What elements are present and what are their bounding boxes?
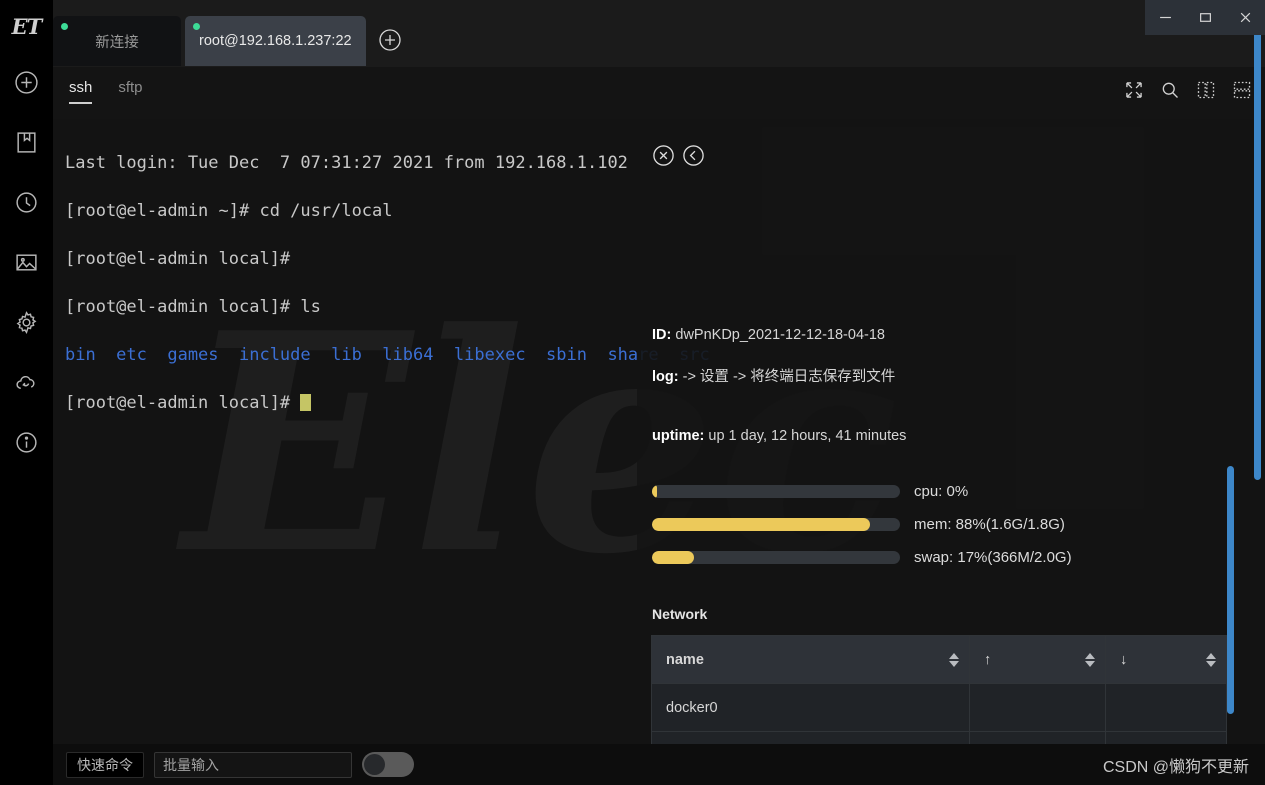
uptime-row: uptime: up 1 day, 12 hours, 41 minutes	[652, 428, 906, 444]
session-id-row: ID: dwPnKDp_2021-12-12-18-04-18	[652, 327, 885, 343]
batch-input-toggle[interactable]	[362, 752, 414, 777]
sort-toggle-download[interactable]	[1206, 652, 1216, 667]
tab-sftp[interactable]: sftp	[118, 79, 142, 104]
electerm-window: ET 新连接 root@192.168.1.237:22 ssh sftp El…	[0, 0, 1265, 785]
panel-collapse-button[interactable]	[682, 144, 705, 167]
csdn-watermark: CSDN @懒狗不更新	[1102, 759, 1249, 776]
quick-command-button[interactable]: 快速命令	[66, 751, 144, 778]
table-row[interactable]: docker0	[651, 683, 1227, 732]
sort-toggle-name[interactable]	[949, 652, 959, 667]
tab-ssh[interactable]: ssh	[69, 79, 93, 104]
search-button[interactable]	[1160, 80, 1180, 100]
column-header-download[interactable]: ↓	[1105, 635, 1227, 684]
sidebar-item-terminal-theme[interactable]	[0, 232, 53, 292]
meter-swap: swap: 17%(366M/2.0G)	[652, 541, 1252, 574]
session-id-value: dwPnKDp_2021-12-12-18-04-18	[675, 327, 885, 343]
tab-status-dot	[193, 23, 200, 30]
tab-ssh-session[interactable]: root@192.168.1.237:22	[185, 16, 366, 66]
mem-progress-bar	[652, 518, 900, 531]
split-vertical-icon	[1196, 80, 1216, 100]
toggle-knob	[364, 754, 385, 775]
tab-new-connection[interactable]: 新连接	[53, 16, 181, 66]
network-table-head: name ↑ ↓	[651, 635, 1227, 684]
log-hint-row: log: -> 设置 -> 将终端日志保存到文件	[652, 365, 895, 386]
search-icon	[1160, 80, 1180, 100]
server-info-panel: ID: dwPnKDp_2021-12-12-18-04-18 log: -> …	[637, 119, 1265, 785]
window-controls	[1145, 0, 1265, 35]
uptime-value: up 1 day, 12 hours, 41 minutes	[708, 428, 907, 444]
tab-label: root@192.168.1.237:22	[199, 33, 352, 49]
resource-meters: cpu: 0% mem: 88%(1.6G/1.8G) swap: 17%(36…	[652, 475, 1252, 574]
column-label: name	[666, 651, 704, 668]
cell-upload	[969, 683, 1106, 732]
log-value: -> 设置 -> 将终端日志保存到文件	[682, 369, 896, 385]
split-horizontal-icon	[1232, 80, 1252, 100]
close-icon	[1239, 11, 1252, 24]
panel-controls	[652, 144, 705, 167]
cpu-label: cpu: 0%	[914, 483, 969, 500]
log-label: log:	[652, 369, 679, 385]
column-label: ↓	[1120, 651, 1128, 668]
swap-progress-bar	[652, 551, 900, 564]
column-header-name[interactable]: name	[651, 635, 970, 684]
tab-status-dot	[61, 23, 68, 30]
prompt-text: [root@el-admin local]#	[65, 393, 301, 413]
plus-circle-icon	[14, 70, 39, 95]
sidebar-item-settings[interactable]	[0, 292, 53, 352]
split-horizontal-button[interactable]	[1232, 80, 1252, 100]
add-tab-button[interactable]	[378, 28, 402, 52]
sidebar-item-history[interactable]	[0, 172, 53, 232]
bottom-toolbar: 快速命令	[53, 744, 1265, 785]
left-sidebar: ET	[0, 0, 53, 785]
maximize-icon	[1199, 11, 1212, 24]
tab-list: 新连接 root@192.168.1.237:22	[53, 16, 402, 66]
terminal-cursor	[300, 394, 312, 411]
close-circle-icon	[652, 144, 675, 167]
column-header-upload[interactable]: ↑	[969, 635, 1106, 684]
network-section-title: Network	[652, 606, 708, 622]
clock-icon	[14, 190, 39, 215]
sidebar-item-bookmarks[interactable]	[0, 112, 53, 172]
cpu-progress-bar	[652, 485, 900, 498]
maximize-button[interactable]	[1187, 4, 1223, 32]
cell-download	[1105, 683, 1227, 732]
network-table-scrollbar[interactable]	[1227, 466, 1234, 714]
cloud-sync-icon	[14, 370, 39, 395]
minimize-button[interactable]	[1147, 4, 1183, 32]
tab-label: 新连接	[95, 34, 139, 51]
meter-cpu: cpu: 0%	[652, 475, 1252, 508]
batch-input-field[interactable]	[154, 751, 352, 778]
cell-name: docker0	[651, 683, 970, 732]
info-panel-scrollbar[interactable]	[1254, 12, 1261, 480]
split-vertical-button[interactable]	[1196, 80, 1216, 100]
info-circle-icon	[14, 430, 39, 455]
gear-icon	[14, 310, 39, 335]
session-toolbar: ssh sftp	[53, 67, 1265, 119]
close-button[interactable]	[1227, 4, 1263, 32]
sidebar-item-sync[interactable]	[0, 352, 53, 412]
protocol-tabs: ssh sftp	[69, 79, 143, 104]
bookmark-icon	[14, 130, 39, 155]
uptime-label: uptime:	[652, 428, 705, 444]
fullscreen-button[interactable]	[1124, 80, 1144, 100]
meter-mem: mem: 88%(1.6G/1.8G)	[652, 508, 1252, 541]
image-icon	[14, 250, 39, 275]
mem-label: mem: 88%(1.6G/1.8G)	[914, 516, 1065, 533]
toolbar-icons	[1124, 80, 1252, 100]
sidebar-item-about[interactable]	[0, 412, 53, 472]
fullscreen-icon	[1124, 80, 1144, 100]
sort-toggle-upload[interactable]	[1085, 652, 1095, 667]
plus-circle-icon	[378, 28, 402, 52]
session-id-label: ID:	[652, 327, 672, 343]
sidebar-item-new-connection[interactable]	[0, 52, 53, 112]
column-label: ↑	[984, 651, 992, 668]
table-header-row: name ↑ ↓	[651, 635, 1227, 684]
minimize-icon	[1159, 11, 1172, 24]
swap-label: swap: 17%(366M/2.0G)	[914, 549, 1072, 566]
chevron-left-circle-icon	[682, 144, 705, 167]
panel-close-button[interactable]	[652, 144, 675, 167]
tab-bar: 新连接 root@192.168.1.237:22	[53, 0, 1265, 67]
app-logo: ET	[11, 13, 43, 39]
